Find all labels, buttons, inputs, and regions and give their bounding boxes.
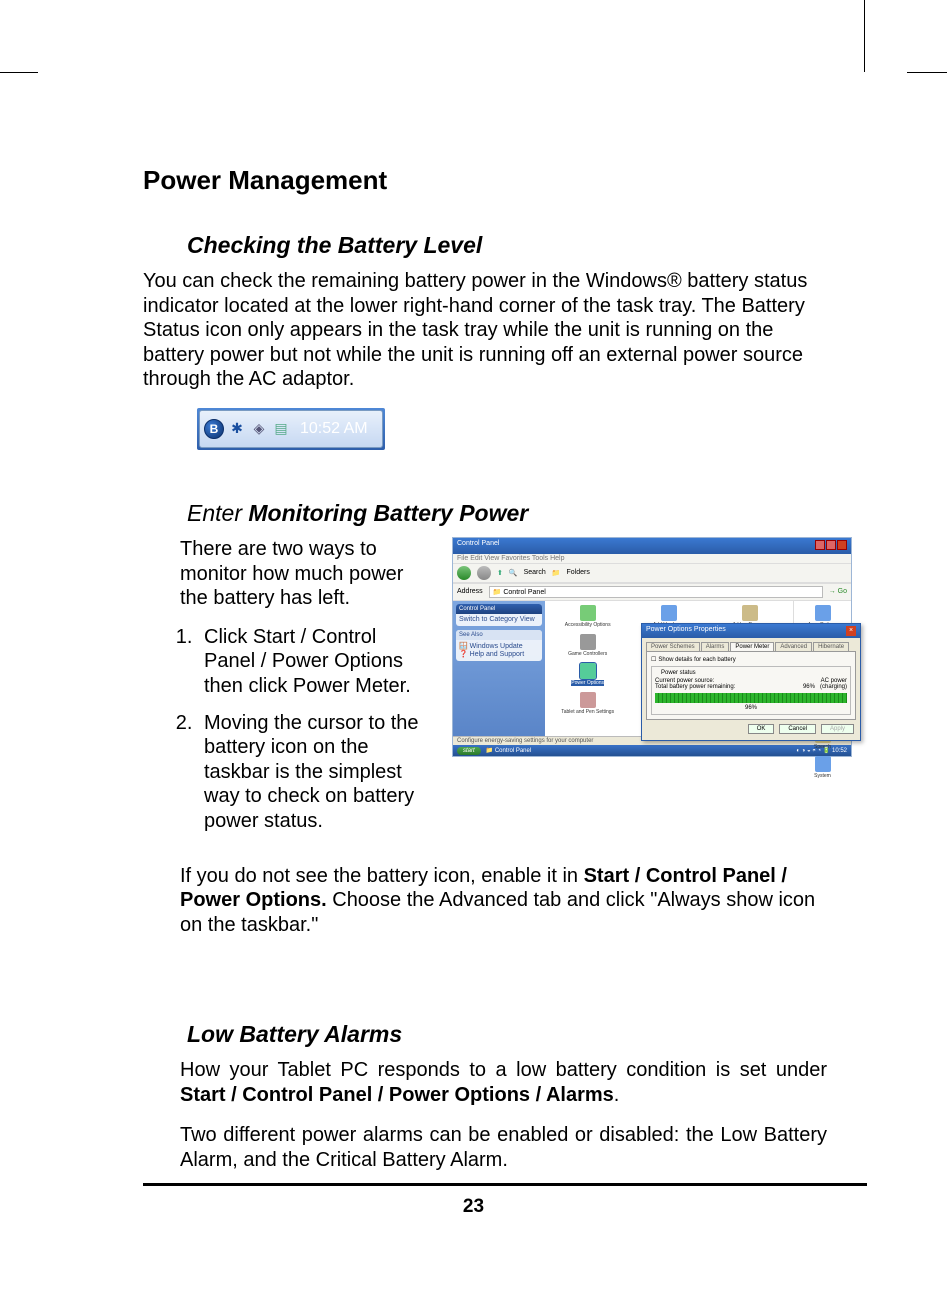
system-tray: B ✱ ◈ ▤ 10:52 AM	[199, 410, 383, 448]
section2-intro: There are two ways to monitor how much p…	[180, 537, 430, 611]
show-details-checkbox: Show details for each battery	[651, 656, 851, 663]
footer-rule	[143, 1183, 867, 1186]
up-icon: ⬆	[497, 569, 503, 577]
cancel-button: Cancel	[779, 724, 816, 734]
ok-button: OK	[748, 724, 775, 734]
back-icon	[457, 566, 471, 580]
cp-toolbar: ⬆ 🔍Search 📁Folders	[453, 563, 851, 583]
cp-addressbar: Address 📁 Control Panel → Go	[453, 583, 851, 601]
cp-menubar: File Edit View Favorites Tools Help	[453, 554, 851, 563]
power-options-dialog: Power Options Properties× Power Schemes …	[641, 623, 861, 741]
wifi-icon: ◈	[250, 420, 268, 438]
cp-sidebar: Control Panel Switch to Category View Se…	[453, 601, 545, 736]
document-icon: ▤	[272, 420, 290, 438]
section-heading-monitoring: Enter Monitoring Battery Power	[187, 500, 827, 527]
folder-icon: 📁	[493, 589, 502, 596]
taskbar: start 📁 Control Panel ◐ ◑ ◒ ◓ ◔ 🔋 10:52	[453, 745, 851, 756]
bluetooth-badge-icon: B	[204, 419, 224, 439]
page-number: 23	[0, 1196, 947, 1218]
page-title: Power Management	[143, 165, 827, 196]
search-icon: 🔍	[509, 569, 518, 577]
step-1: Click Start / Control Panel / Power Opti…	[198, 625, 430, 699]
section-heading-checking: Checking the Battery Level	[187, 232, 827, 259]
tray-clock: 10:52 AM	[294, 420, 374, 438]
control-panel-screenshot: Control Panel File Edit View Favorites T…	[452, 537, 852, 757]
cp-icon-grid: Accessibility Options Add Hardware Add o…	[545, 601, 793, 736]
window-buttons	[814, 540, 847, 552]
start-button: start	[457, 747, 481, 755]
close-icon: ×	[846, 626, 856, 636]
dialog-tabs: Power Schemes Alarms Power Meter Advance…	[642, 638, 860, 651]
apply-button: Apply	[821, 724, 854, 734]
tray-icons: ◐ ◑ ◒ ◓ ◔ 🔋 10:52	[796, 747, 847, 754]
bluetooth-icon: ✱	[228, 420, 246, 438]
section3-p2: Two different power alarms can be enable…	[180, 1123, 827, 1172]
cp-window-titlebar: Control Panel	[453, 538, 851, 554]
section2-note: If you do not see the battery icon, enab…	[180, 864, 827, 938]
folders-icon: 📁	[552, 569, 561, 577]
go-button: → Go	[829, 588, 847, 595]
battery-progress-bar	[655, 693, 847, 703]
system-tray-figure: B ✱ ◈ ▤ 10:52 AM	[197, 408, 827, 450]
forward-icon	[477, 566, 491, 580]
section3-p1: How your Tablet PC responds to a low bat…	[180, 1058, 827, 1107]
step-2: Moving the cursor to the battery icon on…	[198, 711, 430, 834]
section1-body: You can check the remaining battery powe…	[143, 269, 827, 392]
section-heading-alarms: Low Battery Alarms	[187, 1021, 827, 1048]
